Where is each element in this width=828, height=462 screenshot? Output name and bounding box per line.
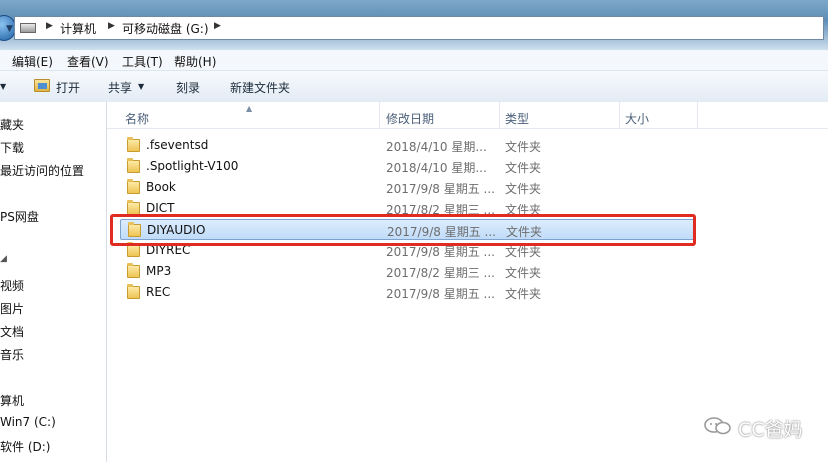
file-type: 文件夹 (505, 182, 542, 196)
chevron-right-icon[interactable]: ▶ (214, 21, 221, 31)
sort-ascending-icon: ▲ (246, 104, 253, 113)
file-type: 文件夹 (505, 161, 542, 175)
list-item[interactable]: .Spotlight-V100 2018/4/10 星期... 文件夹 (120, 156, 696, 177)
new-folder-button[interactable]: 新建文件夹 (230, 79, 290, 96)
file-name: REC (146, 285, 171, 299)
nav-item-favorites[interactable]: 藏夹 (0, 116, 24, 133)
watermark: CC爸妈 (704, 414, 824, 441)
file-date: 2017/8/2 星期三 ... (386, 266, 495, 280)
column-headers: 名称 修改日期 类型 大小 (107, 102, 828, 129)
list-item[interactable]: Book 2017/9/8 星期五 ... 文件夹 (120, 177, 696, 198)
organize-dropdown-icon[interactable]: ▼ (0, 82, 6, 91)
navigation-pane: 藏夹 下载 最近访问的位置 PS网盘 ◢ 视频 图片 文档 音乐 算机 Win7… (0, 102, 107, 462)
column-divider[interactable] (619, 102, 620, 128)
breadcrumb-computer[interactable]: 计算机 (60, 20, 96, 37)
menu-bar: 编辑(E) 查看(V) 工具(T) 帮助(H) (0, 50, 828, 71)
column-divider[interactable] (697, 102, 698, 128)
wechat-icon (704, 417, 731, 435)
collapse-libraries-icon[interactable]: ◢ (0, 254, 7, 264)
command-bar: ▼ 打开 共享 ▼ 刻录 新建文件夹 (0, 71, 828, 103)
file-name: .fseventsd (146, 138, 209, 152)
breadcrumb-removable-disk[interactable]: 可移动磁盘 (G:) (122, 20, 209, 37)
list-item[interactable]: REC 2017/9/8 星期五 ... 文件夹 (120, 282, 696, 303)
open-button[interactable]: 打开 (56, 79, 80, 96)
file-type: 文件夹 (505, 140, 542, 154)
nav-item-pictures[interactable]: 图片 (0, 300, 24, 317)
file-type: 文件夹 (505, 287, 542, 301)
nav-item-drive-c[interactable]: Win7 (C:) (0, 415, 56, 429)
nav-item-wps-cloud[interactable]: PS网盘 (0, 208, 39, 225)
share-button[interactable]: 共享 (108, 79, 132, 96)
file-name: .Spotlight-V100 (146, 159, 239, 173)
column-divider[interactable] (499, 102, 500, 128)
column-type[interactable]: 类型 (505, 110, 529, 127)
nav-item-downloads[interactable]: 下载 (0, 139, 24, 156)
column-name[interactable]: 名称 (125, 110, 149, 127)
column-size[interactable]: 大小 (625, 110, 649, 127)
nav-item-videos[interactable]: 视频 (0, 277, 24, 294)
list-item[interactable]: MP3 2017/8/2 星期三 ... 文件夹 (120, 261, 696, 282)
nav-item-music[interactable]: 音乐 (0, 346, 24, 363)
menu-view[interactable]: 查看(V) (67, 53, 109, 70)
drive-icon (20, 23, 36, 33)
recent-pages-dropdown-icon[interactable]: ▼ (6, 24, 13, 34)
nav-item-computer[interactable]: 算机 (0, 392, 24, 409)
menu-edit[interactable]: 编辑(E) (12, 53, 53, 70)
file-name: DICT (146, 201, 175, 215)
file-date: 2018/4/10 星期... (386, 140, 487, 154)
file-date: 2017/9/8 星期五 ... (386, 182, 495, 196)
folder-icon (127, 284, 140, 299)
list-item[interactable]: .fseventsd 2018/4/10 星期... 文件夹 (120, 135, 696, 156)
column-divider[interactable] (379, 102, 380, 128)
annotation-highlight-box (110, 214, 696, 246)
menu-tools[interactable]: 工具(T) (122, 53, 163, 70)
column-date[interactable]: 修改日期 (386, 110, 434, 127)
watermark-text: CC爸妈 (738, 419, 803, 441)
open-icon (34, 79, 50, 92)
chevron-right-icon[interactable]: ▶ (108, 21, 115, 31)
nav-item-recent-places[interactable]: 最近访问的位置 (0, 162, 84, 179)
chevron-right-icon[interactable]: ▶ (46, 21, 53, 31)
share-dropdown-icon[interactable]: ▼ (138, 82, 144, 91)
folder-icon (127, 137, 140, 152)
file-name: MP3 (146, 264, 172, 278)
address-bar-area: ▼ ▶ 计算机 ▶ 可移动磁盘 (G:) ▶ (0, 0, 828, 50)
burn-button[interactable]: 刻录 (176, 79, 200, 96)
file-date: 2018/4/10 星期... (386, 161, 487, 175)
nav-item-documents[interactable]: 文档 (0, 323, 24, 340)
folder-icon (127, 158, 140, 173)
folder-icon (127, 263, 140, 278)
file-date: 2017/9/8 星期五 ... (386, 287, 495, 301)
menu-help[interactable]: 帮助(H) (174, 53, 216, 70)
folder-icon (127, 179, 140, 194)
file-type: 文件夹 (505, 266, 542, 280)
nav-item-drive-d[interactable]: 软件 (D:) (0, 438, 50, 455)
file-name: Book (146, 180, 176, 194)
